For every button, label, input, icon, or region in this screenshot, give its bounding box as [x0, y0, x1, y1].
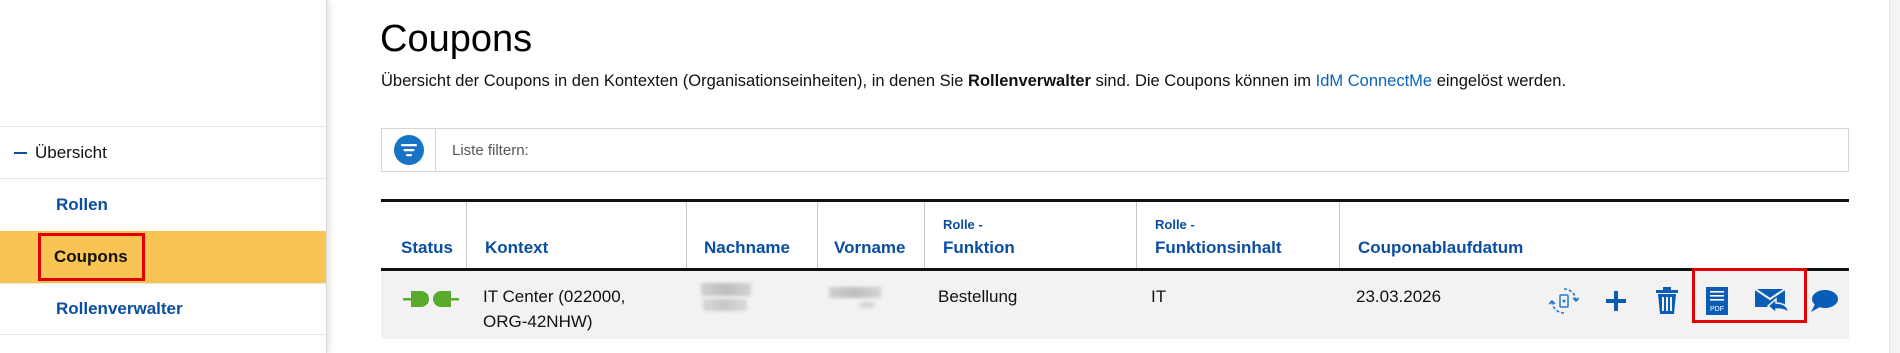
filter-icon — [393, 135, 424, 165]
kontext-line: IT Center (022000, — [483, 287, 626, 306]
cell-funktionsinhalt: IT — [1151, 287, 1167, 306]
header-kontext[interactable]: Kontext — [466, 202, 686, 268]
kontext-line: ORG-42NHW) — [483, 312, 593, 331]
header-sublabel: Rolle - — [943, 217, 983, 232]
header-label: Nachname — [704, 238, 790, 257]
header-couponablaufdatum[interactable]: Couponablaufdatum — [1339, 202, 1539, 268]
header-status[interactable]: Status — [381, 202, 466, 268]
sidebar-item-label: Rollenverwalter — [56, 299, 183, 318]
header-label: Status — [401, 238, 453, 257]
sidebar-item-uebersicht[interactable]: Übersicht — [0, 126, 326, 178]
redacted-nachname — [703, 299, 747, 311]
sidebar-item-coupons[interactable]: Coupons — [0, 231, 326, 283]
trash-icon[interactable] — [1649, 283, 1685, 319]
plug-connected-icon — [401, 281, 461, 317]
page-intro: Übersicht der Coupons in den Kontexten (… — [381, 72, 1566, 91]
pdf-icon-label: PDF — [1710, 306, 1724, 313]
sidebar-item-label: Übersicht — [35, 142, 107, 162]
idm-connectme-link[interactable]: IdM ConnectMe — [1316, 72, 1432, 90]
sidebar-item-label: Coupons — [38, 233, 145, 281]
cell-kontext: IT Center (022000, ORG-42NHW) — [483, 284, 625, 334]
header-sublabel: Rolle - — [1155, 217, 1195, 232]
cell-funktion: Bestellung — [938, 287, 1018, 306]
redacted-vorname — [859, 302, 875, 308]
filter-button[interactable] — [382, 129, 436, 171]
cell-ablaufdatum: 23.03.2026 — [1356, 287, 1442, 306]
intro-bold: Rollenverwalter — [968, 72, 1091, 90]
mail-reply-icon[interactable] — [1753, 283, 1793, 319]
filter-input[interactable] — [450, 140, 1754, 160]
intro-text: sind. Die Coupons können im — [1090, 72, 1316, 90]
sidebar-item-label: Rollen — [56, 194, 108, 214]
comment-icon[interactable] — [1806, 283, 1842, 319]
sidebar-item-rollenverwalter[interactable]: Rollenverwalter — [0, 283, 326, 335]
filter-bar — [381, 128, 1849, 172]
redacted-nachname — [701, 283, 751, 296]
pdf-document-icon[interactable]: PDF — [1699, 283, 1735, 319]
header-funktion[interactable]: Rolle - Funktion — [924, 202, 1136, 268]
header-label: Vorname — [834, 238, 906, 257]
redacted-vorname — [829, 287, 881, 298]
header-label: Kontext — [485, 238, 549, 257]
table-row: IT Center (022000, ORG-42NHW) Bestellung… — [381, 271, 1849, 339]
header-funktionsinhalt[interactable]: Rolle - Funktionsinhalt — [1136, 202, 1339, 268]
page-title: Coupons — [380, 18, 533, 60]
intro-text: Übersicht der Coupons in den Kontexten (… — [381, 72, 969, 90]
intro-text: eingelöst werden. — [1432, 72, 1567, 90]
header-label: Funktion — [943, 238, 1015, 257]
header-vorname[interactable]: Vorname — [817, 202, 924, 268]
sidebar: Übersicht Rollen Coupons Rollenverwalter — [0, 0, 327, 353]
header-nachname[interactable]: Nachname — [686, 202, 817, 268]
header-label: Funktionsinhalt — [1155, 238, 1282, 257]
plus-icon[interactable] — [1598, 283, 1634, 319]
sidebar-item-rollen[interactable]: Rollen — [0, 178, 326, 230]
header-label: Couponablaufdatum — [1358, 238, 1524, 257]
refresh-coupon-icon[interactable] — [1546, 283, 1582, 319]
collapse-icon[interactable] — [14, 151, 27, 154]
scrollbar[interactable] — [1889, 0, 1900, 353]
